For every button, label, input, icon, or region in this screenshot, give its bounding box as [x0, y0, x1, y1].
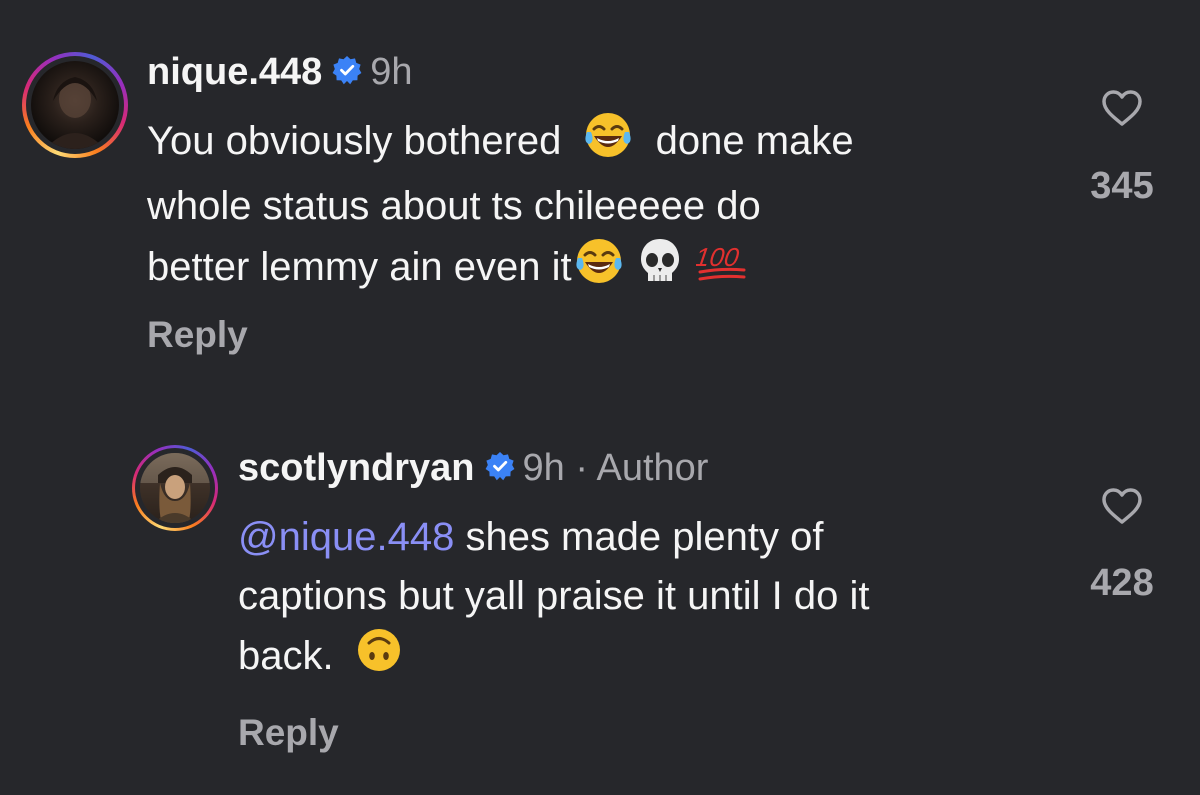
comment-text-line: back.	[238, 634, 334, 679]
avatar[interactable]	[132, 445, 218, 531]
username[interactable]: scotlyndryan	[238, 447, 475, 490]
timestamp: 9h · Author	[522, 446, 709, 489]
mention-link[interactable]: @nique.448	[238, 515, 454, 559]
like-button[interactable]	[1072, 486, 1172, 526]
comment-2: scotlyndryan 9h · Author @nique.448 shes…	[0, 0, 1200, 795]
reply-button[interactable]: Reply	[238, 712, 339, 754]
like-count: 428	[1090, 562, 1154, 604]
upside-down-face-emoji-icon	[355, 626, 403, 691]
comment-text-line: shes made plenty of	[465, 515, 824, 559]
comment-text: @nique.448 shes made plenty of captions …	[238, 508, 1058, 691]
heart-icon	[1102, 488, 1142, 524]
comment-text-line: captions but yall praise it until I do i…	[238, 574, 870, 618]
verified-badge-icon	[485, 451, 515, 486]
